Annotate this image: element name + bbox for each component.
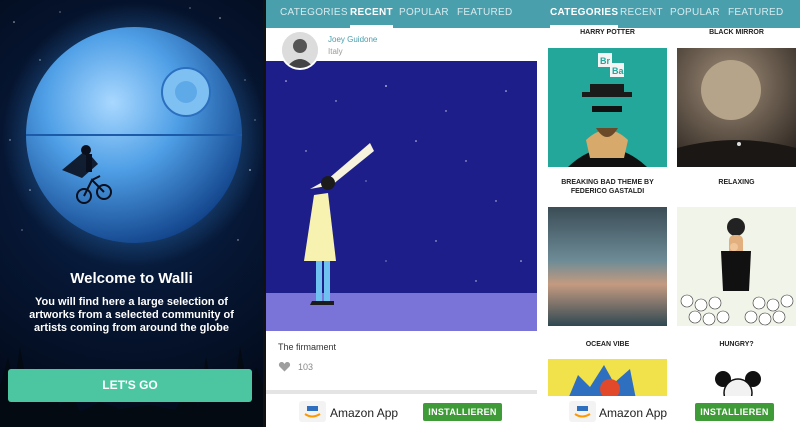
artwork-caption-area bbox=[266, 331, 537, 391]
category-label[interactable]: BREAKING BAD THEME BY FEDERICO GASTALDI bbox=[548, 178, 667, 196]
amazon-logo-icon[interactable] bbox=[569, 401, 596, 422]
ba-symbol: Ba bbox=[612, 66, 624, 76]
recent-screen: CATEGORIES RECENT POPULAR FEATURED Joey … bbox=[266, 0, 537, 427]
ad-app-name[interactable]: Amazon App bbox=[330, 406, 398, 420]
br-symbol: Br bbox=[600, 56, 610, 66]
tab-popular[interactable]: POPULAR bbox=[670, 0, 720, 28]
ad-app-name[interactable]: Amazon App bbox=[599, 406, 667, 420]
avatar[interactable] bbox=[280, 30, 320, 70]
like-count: 103 bbox=[298, 362, 314, 372]
tab-categories[interactable]: CATEGORIES bbox=[280, 0, 348, 28]
welcome-screen: Welcome to Walli You will find here a la… bbox=[0, 0, 263, 427]
card-divider bbox=[266, 390, 537, 394]
amazon-logo-icon[interactable] bbox=[299, 401, 326, 422]
artwork-image[interactable] bbox=[266, 61, 537, 331]
install-button[interactable]: INSTALLIEREN bbox=[695, 403, 774, 421]
tab-recent[interactable]: RECENT bbox=[620, 0, 663, 28]
install-button[interactable]: INSTALLIEREN bbox=[423, 403, 502, 421]
tab-featured[interactable]: FEATURED bbox=[457, 0, 513, 28]
tab-popular[interactable]: POPULAR bbox=[399, 0, 449, 28]
tab-recent[interactable]: RECENT bbox=[350, 0, 393, 28]
author-name[interactable]: Joey Guidone bbox=[328, 35, 377, 44]
category-label[interactable]: RELAXING bbox=[677, 178, 796, 187]
category-tile-ocean-vibe[interactable] bbox=[548, 207, 667, 326]
categories-screen: CATEGORIES RECENT POPULAR FEATURED HARRY… bbox=[537, 0, 800, 427]
welcome-description: You will find here a large selection of … bbox=[29, 296, 234, 334]
category-tile-hungry[interactable] bbox=[677, 207, 796, 326]
category-tile-relaxing[interactable] bbox=[677, 48, 796, 167]
author-location: Italy bbox=[328, 47, 343, 56]
category-label[interactable]: BLACK MIRROR bbox=[677, 28, 796, 37]
welcome-title: Welcome to Walli bbox=[70, 270, 193, 287]
category-label[interactable]: OCEAN VIBE bbox=[548, 340, 667, 349]
tab-featured[interactable]: FEATURED bbox=[728, 0, 784, 28]
category-tile-pop-art[interactable] bbox=[548, 359, 667, 399]
tab-categories[interactable]: CATEGORIES bbox=[550, 0, 619, 28]
artwork-title: The firmament bbox=[278, 342, 337, 352]
category-tile-breaking-bad[interactable]: Br Ba bbox=[548, 48, 667, 167]
author-photo bbox=[282, 32, 318, 68]
lets-go-button[interactable]: LET'S GO bbox=[8, 369, 252, 402]
category-tile-panda[interactable] bbox=[677, 359, 796, 399]
heart-icon[interactable] bbox=[278, 361, 291, 372]
category-label[interactable]: HUNGRY? bbox=[677, 340, 796, 349]
category-label[interactable]: HARRY POTTER bbox=[548, 28, 667, 37]
